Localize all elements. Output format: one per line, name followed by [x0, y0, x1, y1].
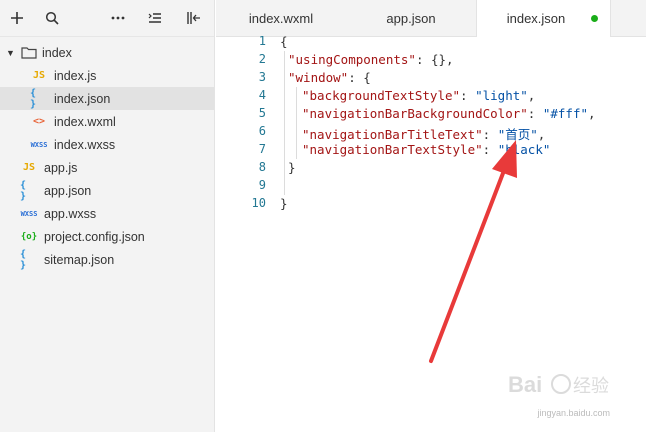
more-icon[interactable]: [108, 8, 128, 28]
tab-index-wxml[interactable]: index.wxml: [216, 0, 346, 36]
wxss-file-icon: WXSS: [20, 209, 38, 218]
json-file-icon: { }: [20, 248, 27, 271]
js-file-icon: JS: [32, 70, 46, 81]
svg-text:经验: 经验: [573, 376, 609, 397]
tab-index-json[interactable]: index.json: [476, 0, 611, 37]
line-number: 5: [258, 106, 266, 120]
svg-text:Bai: Bai: [508, 372, 542, 397]
code-line-10: }: [280, 196, 288, 211]
tree-item-label: index.json: [54, 91, 111, 106]
file-explorer: ▼ index JS index.js { } index.json <> in…: [0, 0, 215, 432]
code-line-8: }: [288, 160, 296, 175]
code-line-2: "usingComponents": {},: [288, 52, 454, 67]
indent-guide: [296, 87, 297, 159]
tree-item-label: app.wxss: [44, 206, 97, 221]
code-line-3: "window": {: [288, 70, 371, 85]
tree-item-sitemap-json[interactable]: { } sitemap.json: [0, 248, 214, 271]
folder-icon: [20, 46, 38, 60]
tree-item-index-json[interactable]: { } index.json: [0, 87, 214, 110]
tab-app-json[interactable]: app.json: [346, 0, 476, 36]
line-number: 7: [258, 142, 266, 156]
editor-tab-bar: index.wxml app.json index.json: [216, 0, 646, 37]
explorer-toolbar: [0, 0, 214, 37]
tree-item-index-wxss[interactable]: WXSS index.wxss: [0, 133, 214, 156]
code-line-4: "backgroundTextStyle": "light",: [302, 88, 536, 103]
tree-item-label: index.wxml: [54, 114, 116, 129]
line-number: 4: [258, 88, 266, 102]
indent-guide: [284, 51, 285, 195]
modified-dot-icon: [591, 15, 599, 22]
config-file-icon: {o}: [20, 231, 38, 242]
baidu-watermark-logo: Bai 经验: [508, 372, 609, 397]
tree-item-index-wxml[interactable]: <> index.wxml: [0, 110, 214, 133]
line-number: 10: [251, 196, 266, 210]
json-file-icon: { }: [20, 179, 27, 202]
tree-item-label: sitemap.json: [44, 252, 115, 267]
line-number: 9: [258, 178, 266, 192]
search-icon[interactable]: [42, 8, 62, 28]
tab-label: index.json: [506, 11, 566, 26]
wxss-file-icon: WXSS: [30, 140, 48, 149]
tab-label: index.wxml: [248, 10, 314, 26]
tree-item-label: project.config.json: [44, 229, 145, 244]
line-number: 1: [258, 34, 266, 48]
collapse-icon[interactable]: [145, 8, 165, 28]
tab-label: app.json: [386, 10, 436, 26]
tree-item-label: app.json: [44, 183, 92, 198]
tree-item-label: index: [42, 45, 72, 60]
tree-item-label: index.wxss: [54, 137, 116, 152]
tree-item-label: index.js: [54, 68, 97, 83]
tree-item-index-js[interactable]: JS index.js: [0, 64, 214, 87]
tree-item-label: app.js: [44, 160, 78, 175]
line-number: 2: [258, 52, 266, 66]
line-number: 3: [258, 70, 266, 84]
watermark-url: jingyan.baidu.com: [537, 408, 610, 418]
line-number: 6: [258, 124, 266, 138]
tree-item-project-config[interactable]: {o} project.config.json: [0, 225, 214, 248]
tree-item-app-json[interactable]: { } app.json: [0, 179, 214, 202]
plus-icon[interactable]: [7, 8, 27, 28]
js-file-icon: JS: [22, 162, 36, 173]
split-icon[interactable]: [184, 8, 204, 28]
tree-folder-index[interactable]: ▼ index: [0, 41, 214, 64]
code-line-7: "navigationBarTextStyle": "black": [302, 142, 551, 157]
tree-item-app-wxss[interactable]: WXSS app.wxss: [0, 202, 214, 225]
code-line-5: "navigationBarBackgroundColor": "#fff",: [302, 106, 596, 121]
wxml-file-icon: <>: [32, 116, 46, 127]
code-line-6: "navigationBarTitleText": "首页",: [302, 127, 546, 142]
line-number: 8: [258, 160, 266, 174]
code-line-1: {: [280, 34, 288, 49]
tree-item-app-js[interactable]: JS app.js: [0, 156, 214, 179]
chevron-down-icon[interactable]: ▼: [6, 48, 15, 58]
json-file-icon: { }: [30, 87, 37, 110]
